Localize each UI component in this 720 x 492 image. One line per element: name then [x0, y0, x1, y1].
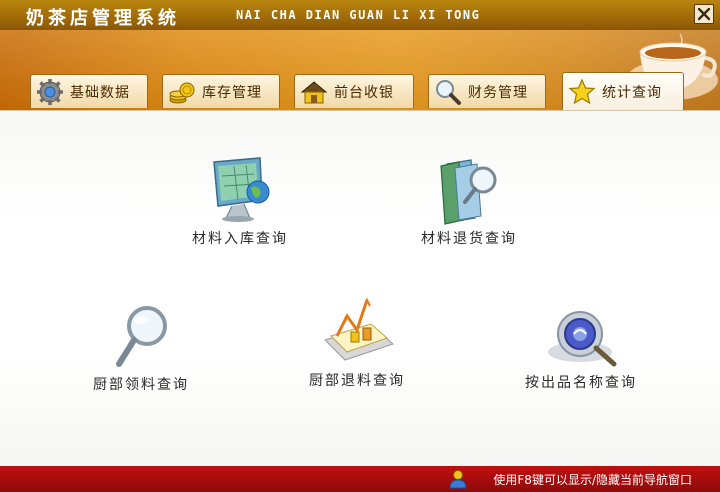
tab-label: 财务管理: [468, 84, 528, 101]
close-icon: [697, 7, 711, 21]
item-label: 材料入库查询: [192, 231, 288, 247]
kitchen-return-query[interactable]: 厨部退料查询: [294, 286, 420, 390]
tab-label: 统计查询: [602, 84, 662, 101]
star-icon: [568, 78, 596, 104]
kitchen-requisition-query[interactable]: 厨部领料查询: [78, 302, 204, 394]
app-title: 奶茶店管理系统: [26, 8, 180, 29]
close-button[interactable]: [694, 4, 714, 24]
gear-icon: [37, 78, 63, 105]
folder-magnifier-icon: [440, 159, 497, 225]
status-text: 使用F8键可以显示/隐藏当前导航窗口: [493, 473, 692, 487]
material-return-query[interactable]: 材料退货查询: [404, 156, 534, 248]
tab-inventory[interactable]: 库存管理: [162, 74, 280, 108]
tab-label: 库存管理: [202, 84, 262, 101]
item-label: 按出品名称查询: [525, 375, 637, 391]
magnifier-icon: [436, 79, 461, 105]
coins-icon: [169, 82, 195, 103]
chart-icon: [324, 297, 394, 361]
monitor-globe-icon: [213, 157, 270, 222]
tab-basic-data[interactable]: 基础数据: [30, 74, 148, 108]
material-inbound-query[interactable]: 材料入库查询: [180, 156, 300, 248]
item-label: 厨部领料查询: [93, 377, 189, 393]
tab-label: 基础数据: [70, 84, 130, 101]
tab-finance[interactable]: 财务管理: [428, 74, 546, 108]
title-bar: 奶茶店管理系统 NAI CHA DIAN GUAN LI XI TONG: [0, 0, 720, 30]
magnifier-icon: [116, 306, 167, 367]
app-subtitle: NAI CHA DIAN GUAN LI XI TONG: [236, 8, 481, 22]
user-icon: [449, 470, 467, 489]
disc-search-icon: [548, 311, 617, 367]
status-bar: 使用F8键可以显示/隐藏当前导航窗口: [0, 466, 720, 492]
product-name-query[interactable]: 按出品名称查询: [516, 304, 646, 392]
item-label: 厨部退料查询: [309, 373, 405, 389]
house-icon: [300, 80, 328, 103]
tab-front-cashier[interactable]: 前台收银: [294, 74, 414, 108]
item-label: 材料退货查询: [421, 231, 517, 247]
tab-label: 前台收银: [334, 84, 394, 101]
tab-statistics[interactable]: 统计查询: [562, 72, 684, 110]
